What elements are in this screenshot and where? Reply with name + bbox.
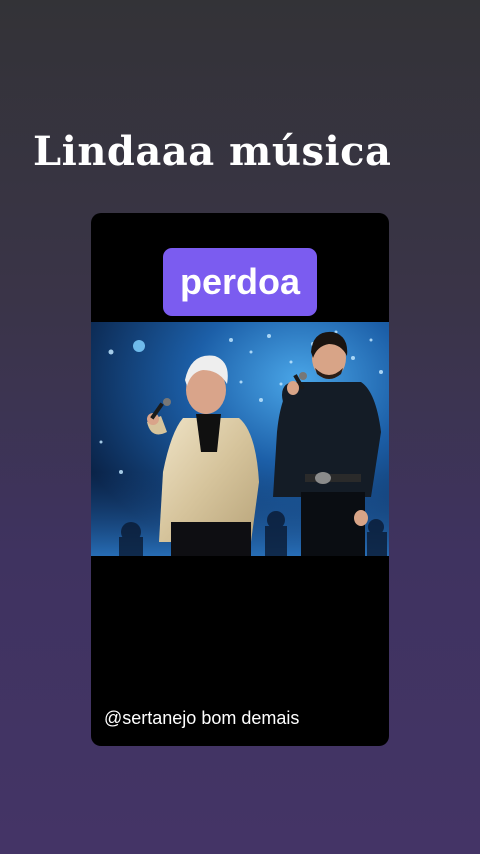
song-title-badge: perdoa: [163, 248, 317, 316]
story-text-headline: Lindaaa música: [33, 128, 392, 175]
video-card[interactable]: perdoa @sertanejo bom demais: [91, 213, 389, 746]
stage-performance-image: [91, 322, 389, 556]
watermark-handle: @sertanejo bom demais: [104, 708, 300, 728]
video-frame[interactable]: [91, 322, 389, 556]
